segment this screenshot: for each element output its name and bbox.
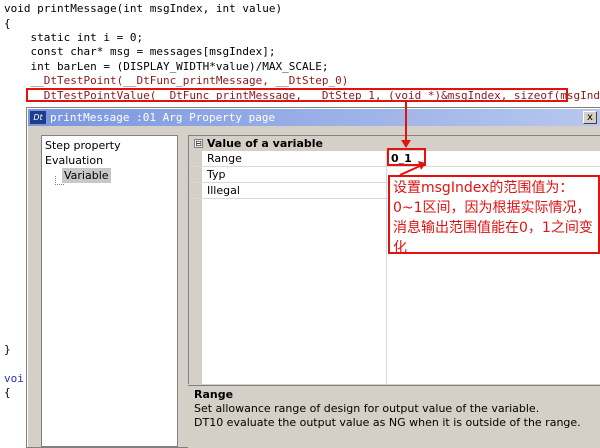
code-line-2: { bbox=[4, 17, 11, 30]
property-tree: Step property Evaluation Variable bbox=[41, 135, 178, 447]
annotation-callout: 设置msgIndex的范围值为：0~1区间，因为根据实际情况，消息输出范围值能在… bbox=[388, 175, 600, 256]
tree-item-step-property[interactable]: Step property bbox=[45, 138, 121, 153]
help-title: Range bbox=[194, 388, 234, 401]
tree-item-evaluation[interactable]: Evaluation bbox=[45, 153, 103, 168]
code-close-brace: } bbox=[4, 343, 11, 356]
help-panel: Range Set allowance range of design for … bbox=[188, 385, 600, 448]
dialog-title: printMessage :01 Arg Property page bbox=[50, 111, 276, 124]
help-line-1: Set allowance range of design for output… bbox=[194, 402, 540, 415]
collapse-icon[interactable]: ⊟ bbox=[194, 139, 203, 148]
property-page-dialog: Dt printMessage :01 Arg Property page x … bbox=[27, 108, 600, 448]
app-icon: Dt bbox=[30, 111, 46, 124]
help-line-2: DT10 evaluate the output value as NG whe… bbox=[194, 416, 581, 429]
grid-label-typ: Typ bbox=[207, 168, 226, 181]
grid-label-range: Range bbox=[207, 152, 242, 165]
tree-item-variable[interactable]: Variable bbox=[62, 168, 111, 183]
code-line-1: void printMessage(int msgIndex, int valu… bbox=[4, 2, 283, 15]
grid-label-illegal: Illegal bbox=[207, 184, 240, 197]
dialog-titlebar[interactable]: Dt printMessage :01 Arg Property page x bbox=[28, 109, 600, 126]
highlight-box-testpointvalue bbox=[26, 88, 568, 102]
code-next-func: voi bbox=[4, 372, 24, 385]
code-line-3: static int i = 0; bbox=[4, 31, 144, 44]
code-next-brace: { bbox=[4, 386, 11, 399]
code-line-4: const char* msg = messages[msgIndex]; bbox=[4, 45, 276, 58]
close-button[interactable]: x bbox=[583, 111, 597, 124]
code-line-6: __DtTestPoint(__DtFunc_printMessage, __D… bbox=[4, 74, 349, 87]
highlight-box-range-value bbox=[387, 148, 426, 166]
grid-category-label: Value of a variable bbox=[207, 137, 323, 150]
property-grid: ⊟ Value of a variable Range 0_1 Typ Ille… bbox=[188, 135, 600, 384]
code-line-5: int barLen = (DISPLAY_WIDTH*value)/MAX_S… bbox=[4, 60, 329, 73]
